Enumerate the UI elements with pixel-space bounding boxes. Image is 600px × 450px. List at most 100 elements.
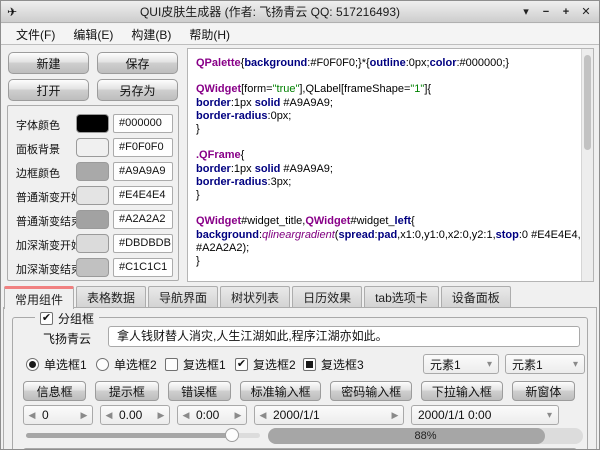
color-hex-field[interactable]: #A9A9A9: [113, 162, 173, 181]
combo-value: 元素1: [430, 356, 461, 373]
dialog-button[interactable]: 提示框: [95, 381, 158, 401]
radio-dot: [29, 361, 36, 368]
code-line: .QFrame{: [196, 149, 577, 162]
dialog-button[interactable]: 新窗体: [512, 381, 575, 401]
color-row-label: 面板背景: [16, 141, 60, 157]
color-swatch-button[interactable]: [76, 162, 109, 181]
tab-设备面板[interactable]: 设备面板: [441, 286, 511, 308]
motto-input[interactable]: 拿人钱财替人消灾,人生江湖如此,程序江湖亦如此。: [108, 326, 580, 347]
action-button[interactable]: 另存为: [97, 79, 178, 101]
color-swatch-button[interactable]: [76, 186, 109, 205]
color-row-label: 普通渐变开始: [16, 189, 82, 205]
radio-indicator: [96, 358, 109, 371]
tab-导航界面[interactable]: 导航界面: [148, 286, 218, 308]
color-row: 普通渐变结束#A2A2A2: [8, 210, 178, 230]
radio-单选框1[interactable]: 单选框1: [26, 354, 87, 374]
checkbox-复选框3[interactable]: 复选框3: [303, 354, 364, 374]
combo-box[interactable]: 元素1▾: [505, 354, 585, 374]
code-scrollbar-thumb[interactable]: [584, 55, 591, 150]
dialog-button[interactable]: 错误框: [168, 381, 231, 401]
slider[interactable]: [26, 433, 260, 438]
checkbox-复选框2[interactable]: ✔复选框2: [235, 354, 296, 374]
menu-bar: 文件(F)编辑(E)构建(B)帮助(H): [1, 24, 599, 45]
dialog-button[interactable]: 标准输入框: [240, 381, 322, 401]
color-swatch-button[interactable]: [76, 258, 109, 277]
radio-单选框2[interactable]: 单选框2: [96, 354, 157, 374]
spin-left-icon[interactable]: ◀: [101, 410, 117, 421]
menu-item[interactable]: 构建(B): [122, 24, 180, 45]
minimize-button[interactable]: −: [537, 3, 555, 21]
app-window: ✈ QUI皮肤生成器 (作者: 飞扬青云 QQ: 517216493) ▾−+✕…: [0, 0, 600, 450]
tab-常用组件[interactable]: 常用组件: [4, 286, 74, 309]
tab-表格数据[interactable]: 表格数据: [76, 286, 146, 308]
spin-right-icon[interactable]: ▶: [387, 410, 403, 421]
color-swatch-button[interactable]: [76, 114, 109, 133]
dialog-button[interactable]: 下拉输入框: [421, 381, 503, 401]
left-panel: 新建保存打开另存为 字体颜色#000000面板背景#F0F0F0边框颜色#A9A…: [1, 46, 184, 284]
datetime-value: 2000/1/1 0:00: [418, 408, 491, 422]
group-box-label: 分组框: [58, 310, 94, 327]
color-swatch-button[interactable]: [76, 234, 109, 253]
color-hex-field[interactable]: #DBDBDB: [113, 234, 173, 253]
spin-value: 2000/1/1: [271, 408, 387, 422]
color-hex-field[interactable]: #A2A2A2: [113, 210, 173, 229]
file-actions: 新建保存打开另存为: [8, 52, 178, 101]
spin-box[interactable]: ◀0:00▶: [177, 405, 247, 425]
window-title: QUI皮肤生成器 (作者: 飞扬青云 QQ: 517216493): [23, 3, 517, 20]
color-hex-field[interactable]: #F0F0F0: [113, 138, 173, 157]
color-swatch-button[interactable]: [76, 210, 109, 229]
spin-right-icon[interactable]: ▶: [153, 410, 169, 421]
color-hex-field[interactable]: #E4E4E4: [113, 186, 173, 205]
combo-box[interactable]: 元素1 ▾: [423, 354, 499, 374]
dialog-button[interactable]: 信息框: [23, 381, 86, 401]
spinners-row: ◀0▶◀0.00▶◀0:00▶◀2000/1/1▶2000/1/1 0:00▾: [13, 405, 587, 425]
chevron-down-icon: ▾: [487, 359, 492, 370]
tab-树状列表[interactable]: 树状列表: [220, 286, 290, 308]
spin-value: 0.00: [117, 408, 153, 422]
action-button[interactable]: 新建: [8, 52, 89, 74]
spin-box[interactable]: ◀2000/1/1▶: [254, 405, 404, 425]
checkbox-复选框1[interactable]: 复选框1: [165, 354, 226, 374]
dialog-button[interactable]: 密码输入框: [330, 381, 412, 401]
menu-item[interactable]: 文件(F): [7, 24, 64, 45]
spin-left-icon[interactable]: ◀: [178, 410, 194, 421]
maximize-button[interactable]: +: [557, 3, 575, 21]
spin-box[interactable]: ◀0.00▶: [100, 405, 170, 425]
tab-日历效果[interactable]: 日历效果: [292, 286, 362, 308]
datetime-combo-box[interactable]: 2000/1/1 0:00▾: [411, 405, 559, 425]
tab-bar: 常用组件表格数据导航界面树状列表日历效果tab选项卡设备面板: [4, 286, 596, 308]
code-line: [196, 202, 577, 215]
selection-row: 单选框1单选框2复选框1✔复选框2复选框3元素1▾元素1▾: [13, 354, 587, 374]
close-button[interactable]: ✕: [577, 3, 595, 21]
qss-code-editor[interactable]: QPalette{background:#F0F0F0;}*{outline:0…: [187, 48, 594, 282]
menu-item[interactable]: 编辑(E): [64, 24, 122, 45]
code-line: #A2A2A2);: [196, 242, 577, 255]
spin-value: 0: [40, 408, 76, 422]
color-hex-field[interactable]: #000000: [113, 114, 173, 133]
slider-progress-row: 88%: [13, 428, 587, 444]
group-box-checkbox[interactable]: ✔: [40, 312, 53, 325]
spin-left-icon[interactable]: ◀: [24, 410, 40, 421]
spin-box[interactable]: ◀0▶: [23, 405, 93, 425]
app-icon: ✈: [1, 1, 23, 23]
spin-right-icon[interactable]: ▶: [230, 410, 246, 421]
checkbox-partial-mark: [306, 361, 313, 368]
action-button[interactable]: 打开: [8, 79, 89, 101]
color-row: 字体颜色#000000: [8, 114, 178, 134]
title-bar: ✈ QUI皮肤生成器 (作者: 飞扬青云 QQ: 517216493) ▾−+✕: [1, 1, 599, 23]
checkbox-indicator: ✔: [235, 358, 248, 371]
code-line: border-radius:3px;: [196, 176, 577, 189]
window-controls: ▾−+✕: [517, 3, 599, 21]
spin-left-icon[interactable]: ◀: [255, 410, 271, 421]
window-menu-button[interactable]: ▾: [517, 3, 535, 21]
code-scrollbar[interactable]: [581, 49, 593, 281]
color-swatch-button[interactable]: [76, 138, 109, 157]
color-hex-field[interactable]: #C1C1C1: [113, 258, 173, 277]
menu-item[interactable]: 帮助(H): [180, 24, 239, 45]
tab-tab选项卡[interactable]: tab选项卡: [364, 286, 439, 308]
slider-handle[interactable]: [225, 428, 239, 442]
slider-fill: [26, 433, 232, 438]
tab-content-pane: ✔ 分组框 飞扬青云 拿人钱财替人消灾,人生江湖如此,程序江湖亦如此。 单选框1…: [3, 307, 597, 450]
action-button[interactable]: 保存: [97, 52, 178, 74]
spin-right-icon[interactable]: ▶: [76, 410, 92, 421]
